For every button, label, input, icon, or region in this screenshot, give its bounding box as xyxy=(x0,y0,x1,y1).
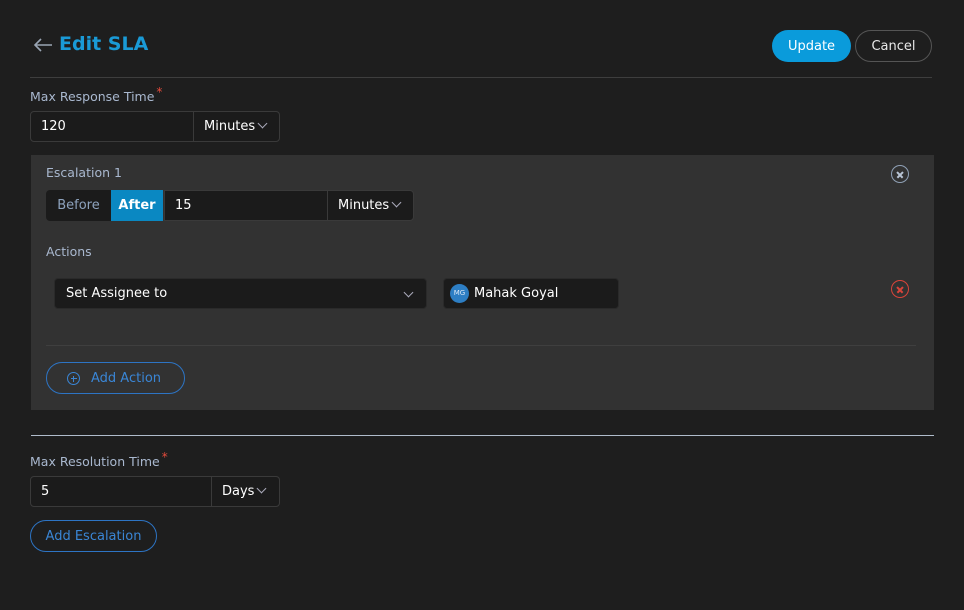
max-response-time-label-text: Max Response Time xyxy=(30,89,155,104)
remove-action-icon[interactable] xyxy=(891,280,909,298)
page-header: Edit SLA Update Cancel xyxy=(30,30,932,62)
plus-circle-icon xyxy=(67,372,80,385)
max-response-time-unit-value: Minutes xyxy=(204,119,256,134)
max-response-time-label: Max Response Time * xyxy=(30,85,162,104)
cancel-button[interactable]: Cancel xyxy=(855,30,932,62)
back-arrow-icon[interactable] xyxy=(32,34,54,56)
max-resolution-time-label-text: Max Resolution Time xyxy=(30,454,160,469)
section-divider xyxy=(31,435,934,436)
required-indicator: * xyxy=(156,85,163,99)
timing-before-toggle[interactable]: Before xyxy=(46,190,111,221)
header-divider xyxy=(30,77,932,78)
max-resolution-time-input[interactable]: 5 xyxy=(30,476,212,507)
chevron-down-icon xyxy=(257,483,267,494)
action-type-select[interactable]: Set Assignee to xyxy=(54,278,427,309)
max-resolution-time-label: Max Resolution Time * xyxy=(30,450,168,469)
add-escalation-button[interactable]: Add Escalation xyxy=(30,520,157,552)
escalation-time-input[interactable]: 15 xyxy=(164,190,328,221)
remove-escalation-icon[interactable] xyxy=(891,165,909,183)
escalation-unit-select[interactable]: Minutes xyxy=(327,190,414,221)
add-action-label: Add Action xyxy=(91,370,162,386)
action-type-value: Set Assignee to xyxy=(66,286,168,301)
avatar: MG xyxy=(450,284,469,303)
max-resolution-time-unit-value: Days xyxy=(222,484,255,499)
max-response-time-unit-select[interactable]: Minutes xyxy=(193,111,280,142)
actions-divider xyxy=(46,345,916,346)
escalation-title: Escalation 1 xyxy=(46,165,122,180)
assignee-select[interactable]: MG Mahak Goyal xyxy=(443,278,619,309)
escalation-unit-value: Minutes xyxy=(338,198,390,213)
assignee-name: Mahak Goyal xyxy=(474,286,559,301)
max-response-time-input[interactable]: 120 xyxy=(30,111,194,142)
update-button[interactable]: Update xyxy=(772,30,851,62)
chevron-down-icon xyxy=(403,287,414,298)
actions-label: Actions xyxy=(46,244,92,259)
required-indicator: * xyxy=(161,450,168,464)
escalation-panel: Escalation 1 Before After 15 Minutes Act… xyxy=(31,155,934,410)
add-action-button[interactable]: Add Action xyxy=(46,362,185,394)
chevron-down-icon xyxy=(257,118,268,129)
max-resolution-time-unit-select[interactable]: Days xyxy=(211,476,280,507)
timing-after-toggle[interactable]: After xyxy=(111,190,163,221)
page-title: Edit SLA xyxy=(59,33,149,55)
chevron-down-icon xyxy=(391,197,402,208)
